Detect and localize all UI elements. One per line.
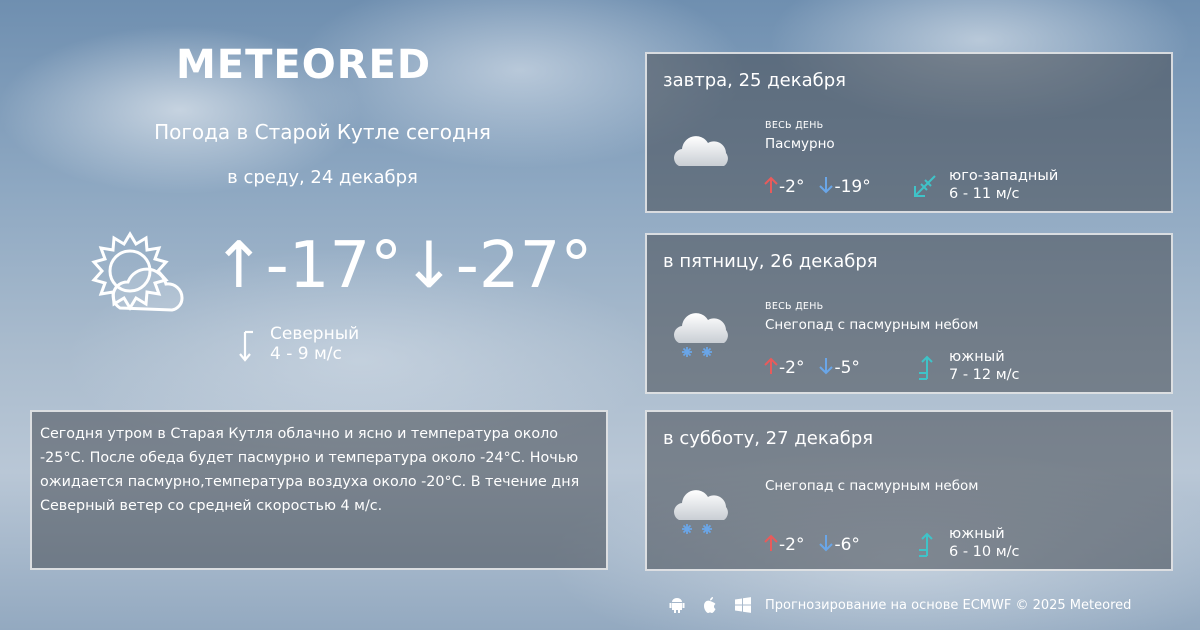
wind-arrow-north-icon	[239, 330, 253, 362]
app-store-links	[668, 596, 762, 616]
today-wind-speed: 4 - 9 м/с	[270, 344, 342, 364]
forecast-temps: -2° -6°	[763, 534, 874, 555]
arrow-up-icon	[764, 534, 778, 551]
forecast-condition: Снегопад с пасмурным небом	[765, 317, 979, 333]
meteored-logo[interactable]: METEORED	[176, 42, 436, 88]
today-temp-max: -17°	[265, 229, 403, 303]
arrow-down-icon	[819, 358, 834, 375]
forecast-temp-max: -2°	[779, 358, 805, 378]
arrow-down-icon: ↓	[402, 229, 456, 303]
forecast-card-day2[interactable]: в пятницу, 26 декабря ВЕСЬ ДЕНЬ Снегопад…	[645, 233, 1173, 394]
arrow-up-icon	[764, 176, 778, 193]
forecast-wind-speed: 6 - 10 м/с	[949, 544, 1020, 560]
forecast-day-title: завтра, 25 декабря	[663, 70, 846, 91]
forecast-card-day3[interactable]: в субботу, 27 декабря Снегопад с пасмурн…	[645, 410, 1173, 571]
forecast-temps: -2° -5°	[763, 357, 874, 378]
arrow-down-icon	[819, 177, 834, 194]
forecast-condition: Пасмурно	[765, 136, 835, 152]
forecast-day-title: в пятницу, 26 декабря	[663, 251, 878, 272]
forecast-wind-speed: 6 - 11 м/с	[949, 186, 1020, 202]
forecast-day-title: в субботу, 27 декабря	[663, 428, 874, 449]
forecast-temp-min: -6°	[834, 535, 860, 555]
forecast-temp-max: -2°	[779, 535, 805, 555]
forecast-period: ВЕСЬ ДЕНЬ	[765, 301, 824, 312]
today-date: в среду, 24 декабря	[227, 167, 418, 188]
android-icon[interactable]	[668, 596, 686, 614]
page-title: Погода в Старой Кутле сегодня	[154, 120, 491, 144]
forecast-temps: -2° -19°	[763, 176, 885, 197]
today-description: Сегодня утром в Старая Кутля облачно и я…	[30, 410, 608, 570]
today-wind-direction: Северный	[270, 324, 360, 344]
forecast-temp-max: -2°	[779, 177, 805, 197]
wind-south-icon	[919, 355, 933, 380]
snow-cloud-icon	[674, 313, 728, 357]
today-temp-min: -27°	[455, 229, 593, 303]
wind-south-icon	[919, 532, 933, 557]
forecast-wind-speed: 7 - 12 м/с	[949, 367, 1020, 383]
arrow-up-icon	[764, 357, 778, 374]
footer-credits: Прогнозирование на основе ECMWF © 2025 M…	[765, 598, 1132, 613]
arrow-up-icon: ↑	[212, 229, 266, 303]
forecast-condition: Снегопад с пасмурным небом	[765, 478, 979, 494]
forecast-period: ВЕСЬ ДЕНЬ	[765, 120, 824, 131]
forecast-card-day1[interactable]: завтра, 25 декабря ВЕСЬ ДЕНЬ Пасмурно -2…	[645, 52, 1173, 213]
arrow-down-icon	[819, 535, 834, 552]
cloud-icon	[674, 136, 728, 166]
windows-icon[interactable]	[734, 596, 752, 614]
apple-icon[interactable]	[701, 596, 719, 614]
forecast-wind-direction: юго-западный	[949, 168, 1059, 184]
forecast-temp-min: -5°	[834, 358, 860, 378]
today-temperatures: ↑-17°↓-27°	[212, 228, 592, 304]
forecast-wind-direction: южный	[949, 349, 1005, 365]
partly-cloudy-sun-icon	[91, 231, 184, 312]
today-wind: Северный 4 - 9 м/с	[236, 324, 436, 366]
snow-cloud-icon	[674, 490, 728, 534]
wind-southwest-icon	[914, 175, 936, 197]
forecast-wind-direction: южный	[949, 526, 1005, 542]
forecast-temp-min: -19°	[834, 177, 871, 197]
